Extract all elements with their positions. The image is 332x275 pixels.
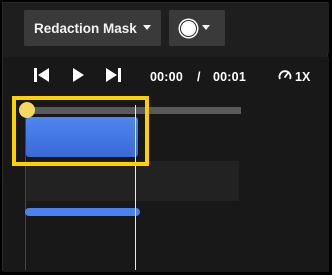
- skip-back-icon[interactable]: [33, 68, 53, 82]
- mask-duration-bar[interactable]: [25, 208, 140, 216]
- chevron-down-icon: [143, 25, 151, 30]
- chevron-down-icon: [202, 25, 210, 30]
- toolbar: Redaction Mask: [3, 3, 329, 53]
- color-swatch: [180, 20, 197, 37]
- track-row: [25, 161, 239, 201]
- skip-forward-icon[interactable]: [105, 68, 125, 82]
- playback-speed[interactable]: 1X: [295, 70, 310, 84]
- playback-controls: 00:00 / 00:01 1X: [3, 57, 329, 91]
- timeline: [3, 91, 329, 272]
- play-icon[interactable]: [71, 68, 85, 82]
- mask-type-dropdown[interactable]: Redaction Mask: [24, 10, 161, 46]
- highlight-box: [12, 96, 149, 166]
- duration: 00:01: [213, 70, 246, 84]
- redaction-editor-panel: Redaction Mask 00:00 / 00:01 1X: [2, 2, 329, 272]
- mask-type-label: Redaction Mask: [34, 20, 137, 36]
- current-time: 00:00: [150, 70, 183, 84]
- color-picker-dropdown[interactable]: [169, 10, 225, 46]
- speedometer-icon[interactable]: [278, 69, 292, 81]
- time-separator: /: [197, 70, 201, 84]
